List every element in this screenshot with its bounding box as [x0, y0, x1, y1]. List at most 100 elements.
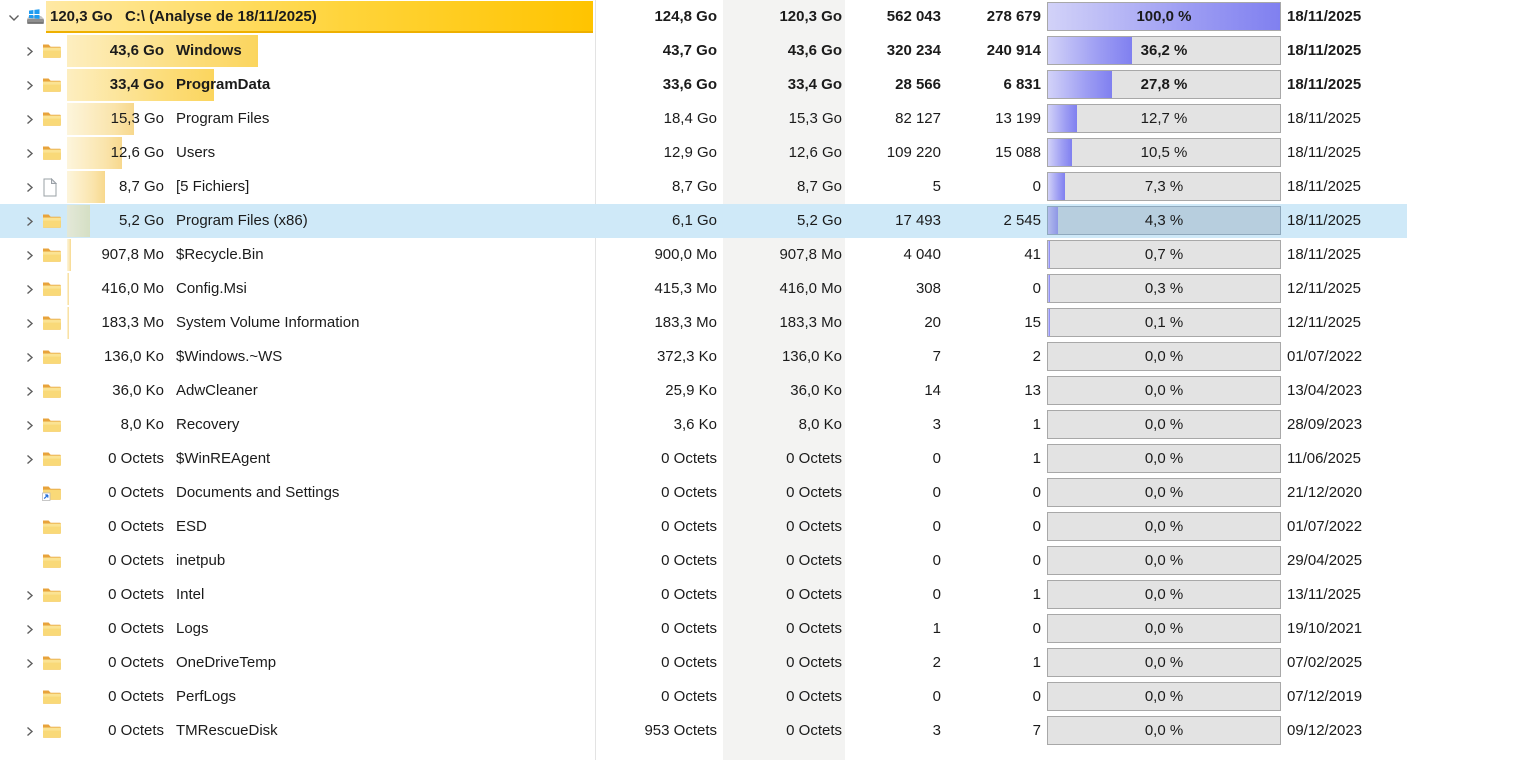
percent-label: 0,0 %: [1144, 552, 1184, 569]
item-name-label: Windows: [176, 42, 242, 59]
tree-row[interactable]: 120,3 Go C:\ (Analyse de 18/11/2025) 124,8…: [0, 0, 1539, 34]
tree-row[interactable]: 136,0 Ko $Windows.~WS 372,3 Ko 136,0 Ko 7 2 0,…: [0, 340, 1539, 374]
allocated-size-cell: 0 Octets: [661, 450, 717, 467]
tree-row[interactable]: 0 Octets Intel 0 Octets 0 Octets 0 1 0,0 % 13/1…: [0, 578, 1539, 612]
tree-row[interactable]: 8,0 Ko Recovery 3,6 Ko 8,0 Ko 3 1 0,0 % 28/09/2…: [0, 408, 1539, 442]
tree-row[interactable]: 0 Octets Logs 0 Octets 0 Octets 1 0 0,0 % 19/10…: [0, 612, 1539, 646]
tree-row[interactable]: 183,3 Mo System Volume Information 183,3 M…: [0, 306, 1539, 340]
folder-icon: [42, 680, 61, 714]
folder-icon: [42, 510, 61, 544]
last-modified-date-cell: 18/11/2025: [1287, 178, 1361, 195]
tree-row[interactable]: 0 Octets ESD 0 Octets 0 Octets 0 0 0,0 % 01/07/…: [0, 510, 1539, 544]
item-size-label: 0 Octets: [108, 450, 164, 467]
allocated-size-cell: 900,0 Mo: [654, 246, 717, 263]
chevron-right-icon[interactable]: [24, 136, 35, 170]
percent-label: 0,0 %: [1144, 484, 1184, 501]
chevron-right-icon[interactable]: [24, 238, 35, 272]
item-size-label: 416,0 Mo: [101, 280, 164, 297]
item-size-label: 907,8 Mo: [101, 246, 164, 263]
folder-icon: [42, 68, 61, 102]
percent-bar: 100,0 %: [1047, 2, 1281, 31]
percent-label: 0,0 %: [1144, 722, 1184, 739]
allocated-size-cell: 0 Octets: [661, 654, 717, 671]
tree-row[interactable]: 0 Octets TMRescueDisk 953 Octets 0 Octets 3 7…: [0, 714, 1539, 748]
folder-icon: [42, 340, 61, 374]
tree-row[interactable]: 43,6 Go Windows 43,7 Go 43,6 Go 320 234 240 9…: [0, 34, 1539, 68]
last-modified-date-cell: 09/12/2023: [1287, 722, 1363, 739]
tree-row[interactable]: 0 Octets $WinREAgent 0 Octets 0 Octets 0 1 0,0…: [0, 442, 1539, 476]
tree-row[interactable]: 416,0 Mo Config.Msi 415,3 Mo 416,0 Mo 308 0 0,…: [0, 272, 1539, 306]
drive-icon: [25, 0, 46, 34]
item-name-label: PerfLogs: [176, 688, 237, 705]
tree-row[interactable]: 907,8 Mo $Recycle.Bin 900,0 Mo 907,8 Mo 4 04…: [0, 238, 1539, 272]
chevron-right-icon[interactable]: [24, 272, 35, 306]
percent-label: 0,3 %: [1144, 280, 1184, 297]
chevron-right-icon[interactable]: [24, 612, 35, 646]
last-modified-date-cell: 18/11/2025: [1287, 42, 1362, 59]
tree-row[interactable]: 36,0 Ko AdwCleaner 25,9 Ko 36,0 Ko 14 13 0,0 %…: [0, 374, 1539, 408]
percent-label: 0,1 %: [1144, 314, 1184, 331]
percent-bar: 27,8 %: [1047, 70, 1281, 99]
tree-row[interactable]: 8,7 Go [5 Fichiers] 8,7 Go 8,7 Go 5 0 7,3 % 18/…: [0, 170, 1539, 204]
percent-track: 0,0 %: [1047, 648, 1281, 677]
chevron-right-icon[interactable]: [24, 578, 35, 612]
allocated-size-cell: 124,8 Go: [654, 8, 717, 25]
item-name-label: [5 Fichiers]: [176, 178, 250, 195]
tree-row[interactable]: 0 Octets inetpub 0 Octets 0 Octets 0 0 0,0 % 29…: [0, 544, 1539, 578]
item-name-label: Program Files (x86): [176, 212, 308, 229]
chevron-right-icon[interactable]: [24, 646, 35, 680]
folder-icon: [42, 238, 61, 272]
allocated-size-cell: 415,3 Mo: [654, 280, 717, 297]
last-modified-date-cell: 18/11/2025: [1287, 8, 1362, 25]
tree-row[interactable]: 33,4 Go ProgramData 33,6 Go 33,4 Go 28 566 6 …: [0, 68, 1539, 102]
item-name-label: inetpub: [176, 552, 226, 569]
tree-row[interactable]: 5,2 Go Program Files (x86) 6,1 Go 5,2 Go 17 …: [0, 204, 1539, 238]
allocated-size-cell: 6,1 Go: [671, 212, 717, 229]
folders-count-cell: 1: [1032, 586, 1041, 603]
chevron-right-icon[interactable]: [24, 306, 35, 340]
item-size-label: 0 Octets: [108, 586, 164, 603]
folder-icon: [42, 578, 61, 612]
chevron-right-icon[interactable]: [24, 714, 35, 748]
percent-bar: 0,0 %: [1047, 682, 1281, 711]
chevron-right-icon[interactable]: [24, 204, 35, 238]
folders-count-cell: 0: [1032, 688, 1041, 705]
last-modified-date-cell: 07/12/2019: [1287, 688, 1363, 705]
percent-track: 4,3 %: [1047, 206, 1281, 235]
item-name-label: System Volume Information: [176, 314, 360, 331]
last-modified-date-cell: 07/02/2025: [1287, 654, 1363, 671]
tree-row[interactable]: 15,3 Go Program Files 18,4 Go 15,3 Go 82 127…: [0, 102, 1539, 136]
item-name-label: Config.Msi: [176, 280, 247, 297]
chevron-right-icon[interactable]: [24, 102, 35, 136]
percent-track: 0,0 %: [1047, 478, 1281, 507]
chevron-right-icon[interactable]: [24, 374, 35, 408]
percent-label: 0,0 %: [1144, 688, 1184, 705]
chevron-right-icon[interactable]: [24, 170, 35, 204]
folders-count-cell: 6 831: [1003, 76, 1041, 93]
folders-count-cell: 1: [1032, 450, 1041, 467]
percent-track: 27,8 %: [1047, 70, 1281, 99]
chevron-right-icon[interactable]: [24, 340, 35, 374]
allocated-size-cell: 183,3 Mo: [654, 314, 717, 331]
tree-row[interactable]: 0 Octets OneDriveTemp 0 Octets 0 Octets 2 1 0,…: [0, 646, 1539, 680]
folders-count-cell: 0: [1032, 620, 1041, 637]
tree-row[interactable]: 0 Octets PerfLogs 0 Octets 0 Octets 0 0 0,0 % 0…: [0, 680, 1539, 714]
allocated-size-cell: 0 Octets: [661, 620, 717, 637]
percent-track: 7,3 %: [1047, 172, 1281, 201]
chevron-right-icon[interactable]: [24, 408, 35, 442]
last-modified-date-cell: 13/11/2025: [1287, 586, 1361, 603]
chevron-down-icon[interactable]: [8, 0, 20, 34]
folders-count-cell: 278 679: [986, 8, 1041, 25]
percent-track: 0,0 %: [1047, 410, 1281, 439]
chevron-right-icon[interactable]: [24, 442, 35, 476]
tree-row[interactable]: 12,6 Go Users 12,9 Go 12,6 Go 109 220 15 088 1…: [0, 136, 1539, 170]
folders-count-cell: 0: [1032, 178, 1041, 195]
allocated-size-cell: 25,9 Ko: [665, 382, 717, 399]
allocated-size-cell: 18,4 Go: [663, 110, 717, 127]
last-modified-date-cell: 28/09/2023: [1287, 416, 1363, 433]
chevron-right-icon[interactable]: [24, 68, 35, 102]
percent-bar: 12,7 %: [1047, 104, 1281, 133]
tree-row[interactable]: 0 Octets Documents and Settings 0 Octets 0 …: [0, 476, 1539, 510]
folder-icon: [42, 306, 61, 340]
chevron-right-icon[interactable]: [24, 34, 35, 68]
